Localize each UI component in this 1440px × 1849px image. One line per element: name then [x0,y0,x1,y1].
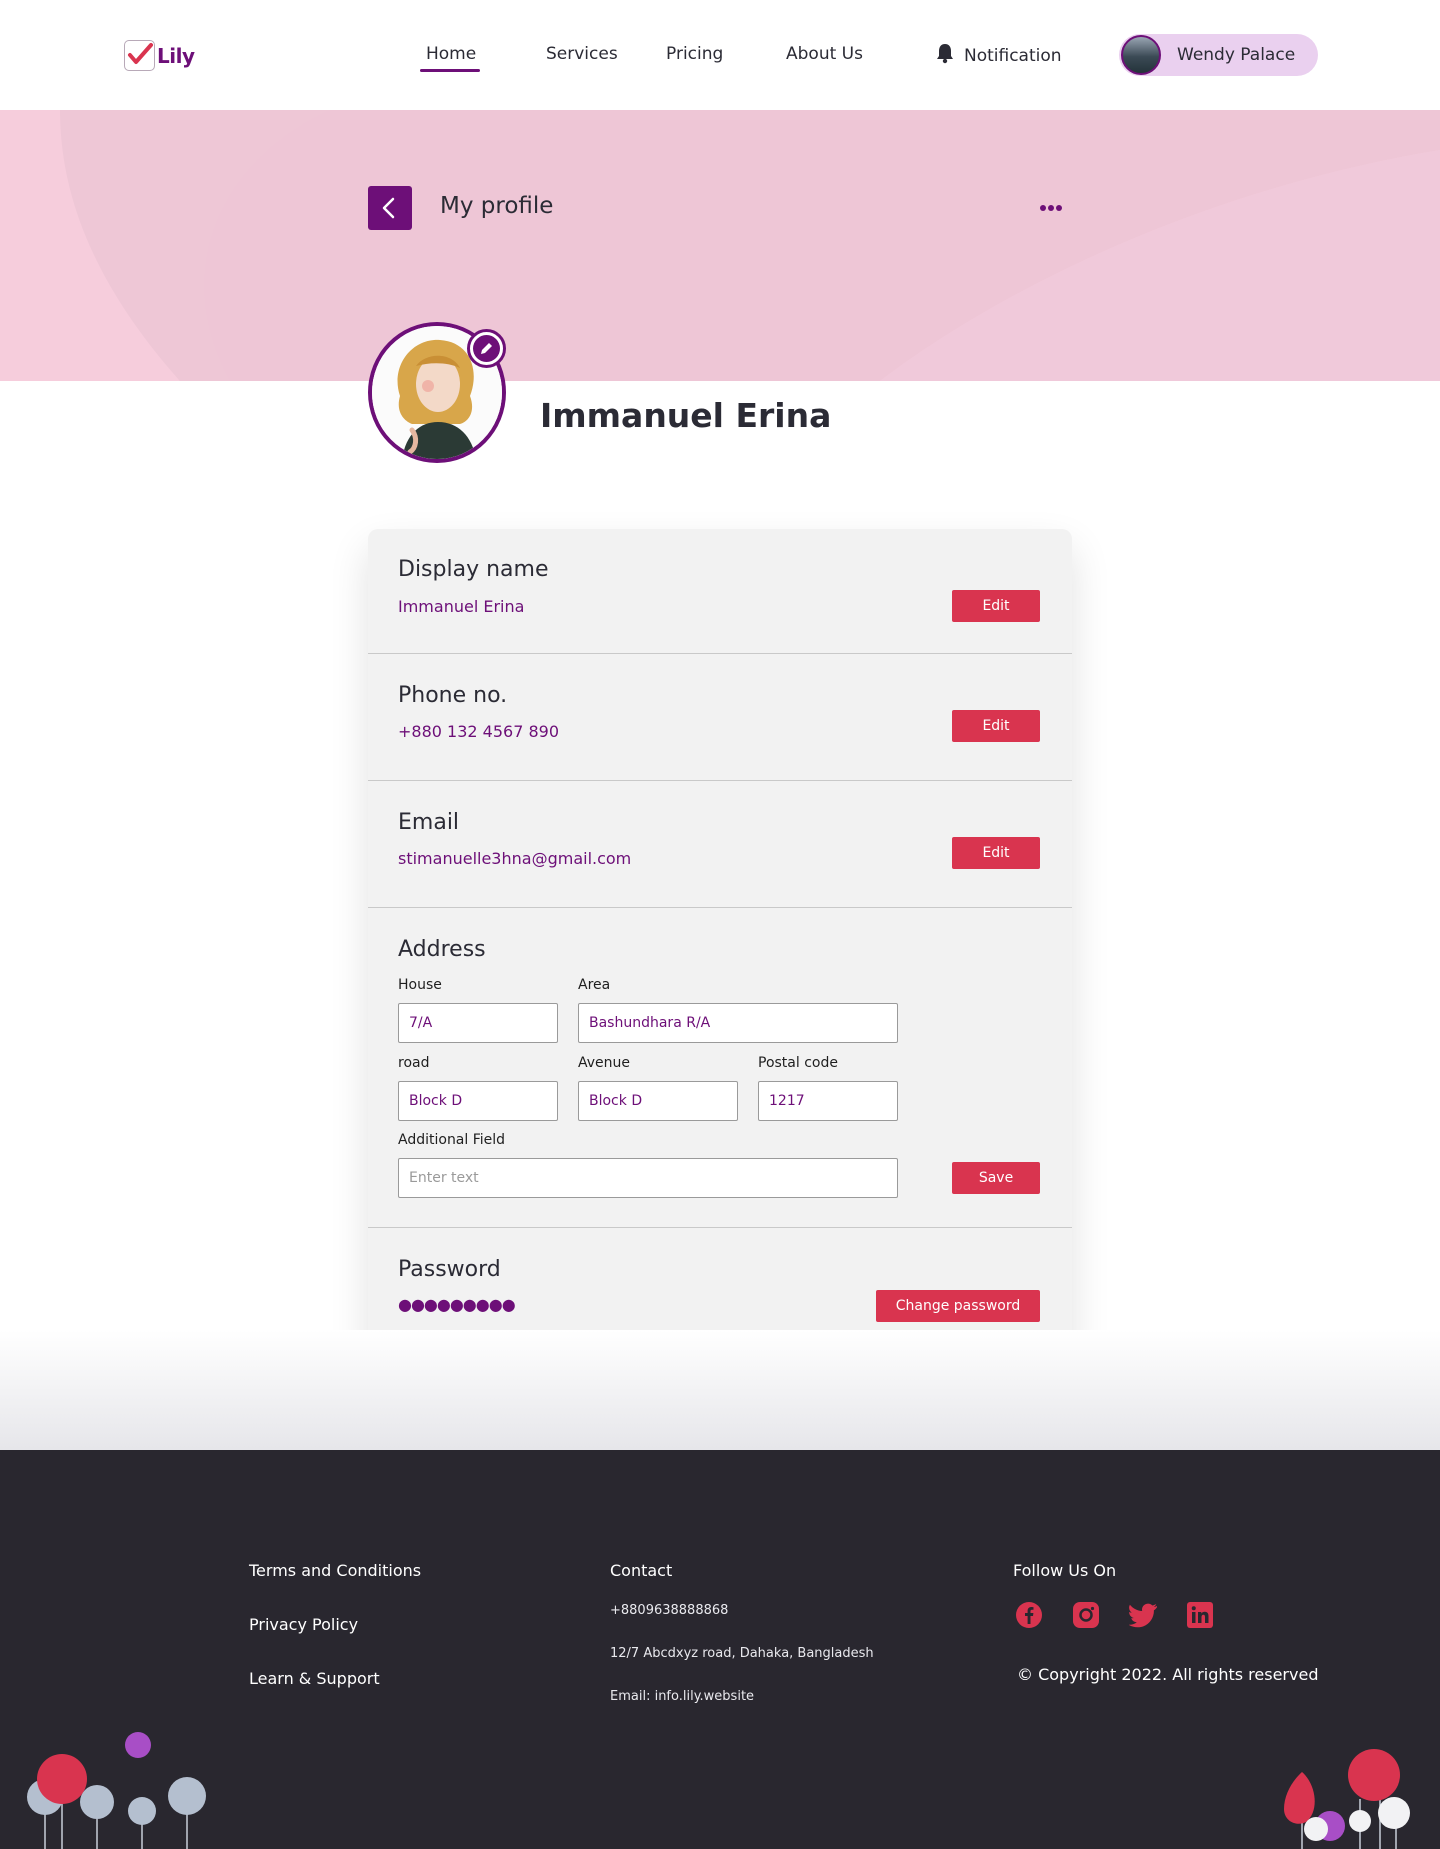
contact-title: Contact [610,1561,673,1580]
top-navbar: Lily Home Services Pricing About Us Noti… [0,0,1440,110]
area-label: Area [578,977,611,993]
profile-name: Immanuel Erina [540,396,832,435]
privacy-policy-link[interactable]: Privacy Policy [249,1615,358,1634]
nav-pricing[interactable]: Pricing [666,44,723,64]
follow-us-title: Follow Us On [1013,1561,1117,1580]
decorative-trees-right [1284,1749,1410,1849]
display-name-title: Display name [398,557,549,582]
section-divider [368,907,1072,908]
nav-services[interactable]: Services [546,44,618,64]
edit-display-name-button[interactable]: Edit [952,590,1040,622]
brand-logo[interactable]: Lily [124,40,195,71]
back-button[interactable] [368,186,412,230]
road-input[interactable] [398,1081,558,1121]
nav-active-indicator [420,69,480,72]
terms-link[interactable]: Terms and Conditions [249,1561,421,1580]
phone-title: Phone no. [398,683,508,708]
facebook-icon[interactable] [1015,1601,1043,1629]
chevron-left-icon [382,197,395,219]
additional-field-input[interactable] [398,1158,898,1198]
user-name: Wendy Palace [1177,45,1296,65]
notification-label: Notification [964,45,1062,66]
postal-code-input[interactable] [758,1081,898,1121]
email-title: Email [398,810,460,835]
change-password-button[interactable]: Change password [876,1290,1040,1322]
twitter-icon[interactable] [1128,1601,1157,1629]
road-label: road [398,1055,430,1071]
edit-email-button[interactable]: Edit [952,837,1040,869]
learn-support-link[interactable]: Learn & Support [249,1669,380,1688]
postal-code-label: Postal code [758,1055,838,1071]
phone-value: +880 132 4567 890 [398,722,559,741]
pencil-icon [481,343,492,354]
password-masked-value: ●●●●●●●●● [398,1295,516,1314]
site-footer: Terms and Conditions Privacy Policy Lear… [0,1450,1440,1849]
notification-link[interactable]: Notification [934,42,1062,69]
brand-name: Lily [157,43,195,68]
house-input[interactable] [398,1003,558,1043]
linkedin-icon[interactable] [1186,1601,1214,1629]
user-avatar [1121,35,1161,75]
edit-phone-button[interactable]: Edit [952,710,1040,742]
copyright-text: © Copyright 2022. All rights reserved [1017,1665,1319,1684]
password-title: Password [398,1257,501,1282]
more-options-icon[interactable] [1038,197,1064,219]
area-input[interactable] [578,1003,898,1043]
profile-banner [0,110,1440,381]
footer-shadow [0,1330,1440,1450]
avenue-label: Avenue [578,1055,631,1071]
save-address-button[interactable]: Save [952,1162,1040,1194]
bell-icon [934,42,956,69]
contact-address: 12/7 Abcdxyz road, Dahaka, Bangladesh [610,1646,874,1661]
decorative-trees-left [27,1732,206,1849]
edit-avatar-button[interactable] [467,329,506,368]
section-divider [368,653,1072,654]
profile-details-card: Display name Immanuel Erina Edit Phone n… [368,529,1072,1354]
banner-pattern [60,110,1440,381]
section-divider [368,780,1072,781]
section-divider [368,1227,1072,1228]
nav-home[interactable]: Home [426,44,476,64]
avenue-input[interactable] [578,1081,738,1121]
additional-field-label: Additional Field [398,1132,506,1148]
email-value: stimanuelle3hna@gmail.com [398,849,632,868]
address-title: Address [398,937,486,962]
instagram-icon[interactable] [1072,1601,1100,1629]
check-logo-icon [124,40,155,71]
page-title: My profile [440,193,554,219]
contact-phone: +8809638888868 [610,1603,729,1618]
contact-email: Email: info.lily.website [610,1689,755,1704]
user-menu[interactable]: Wendy Palace [1119,34,1318,76]
nav-about-us[interactable]: About Us [786,44,863,64]
display-name-value: Immanuel Erina [398,597,525,616]
house-label: House [398,977,442,993]
